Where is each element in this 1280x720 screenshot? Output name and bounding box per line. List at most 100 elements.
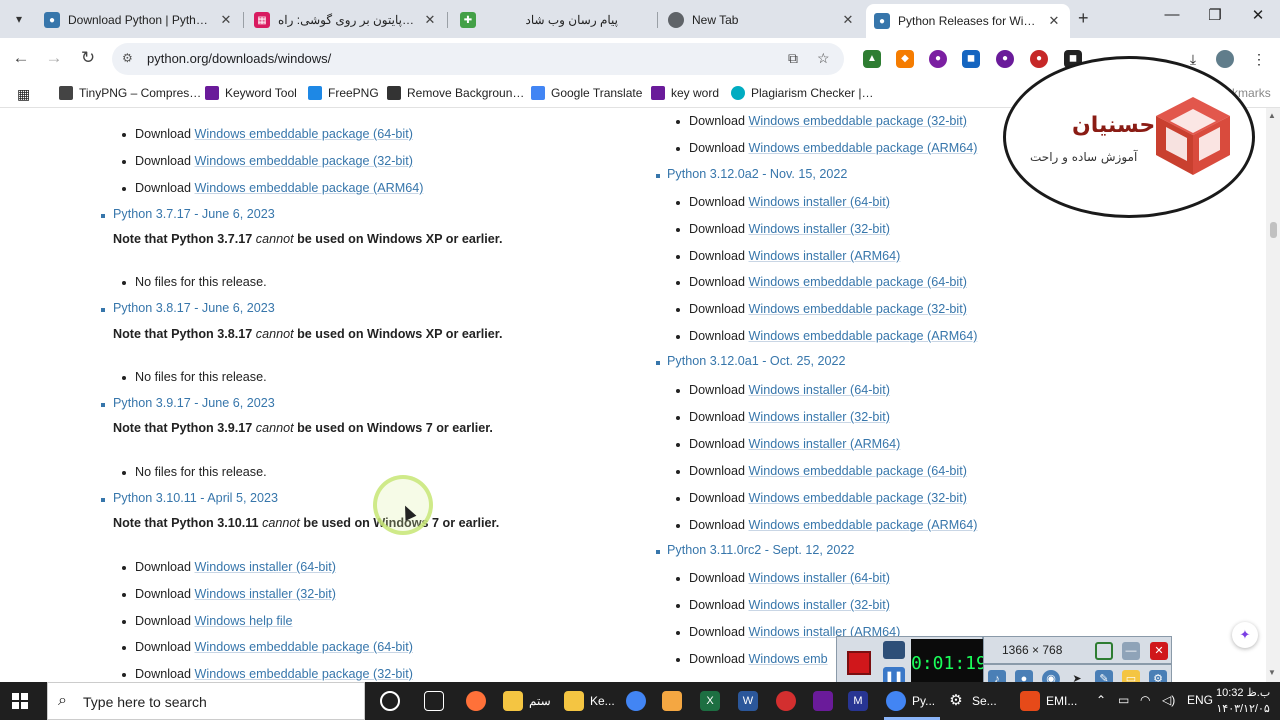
bookmark-remove-bg[interactable]: Remove Backgroun… bbox=[387, 86, 524, 100]
release-link[interactable]: Python 3.7.17 - June 6, 2023 bbox=[113, 207, 275, 221]
download-link[interactable]: Windows embeddable package (ARM64) bbox=[749, 329, 978, 343]
download-link[interactable]: Windows installer (64-bit) bbox=[195, 560, 336, 574]
avatar[interactable] bbox=[1216, 50, 1234, 68]
forward-button[interactable]: → bbox=[43, 48, 65, 68]
scroll-thumb[interactable] bbox=[1270, 222, 1277, 238]
release-link[interactable]: Python 3.12.0a1 - Oct. 25, 2022 bbox=[667, 354, 846, 368]
release-link[interactable]: Python 3.11.0rc2 - Sept. 12, 2022 bbox=[667, 543, 854, 557]
download-link[interactable]: Windows installer (32-bit) bbox=[749, 410, 890, 424]
site-info-icon[interactable]: ⚙ bbox=[122, 51, 133, 65]
copilot-icon[interactable]: ✦ bbox=[1232, 622, 1258, 648]
bookmark-plagiarism[interactable]: Plagiarism Checker |… bbox=[731, 86, 873, 100]
taskbar-excel[interactable]: X bbox=[700, 690, 726, 712]
close-icon[interactable]: ✕ bbox=[218, 12, 234, 28]
download-link[interactable]: Windows embeddable package (64-bit) bbox=[195, 127, 413, 141]
taskbar-word[interactable]: W bbox=[738, 690, 764, 712]
taskbar-video[interactable] bbox=[662, 690, 688, 712]
taskbar-folder[interactable]: Ke... bbox=[564, 690, 615, 712]
download-link[interactable]: Windows embeddable package (64-bit) bbox=[749, 275, 967, 289]
close-window-button[interactable]: ✕ bbox=[1238, 6, 1278, 24]
region-icon[interactable] bbox=[1095, 642, 1113, 660]
minimize-button[interactable]: — bbox=[1152, 6, 1192, 23]
extension-icon[interactable]: ● bbox=[996, 50, 1014, 68]
taskbar-chrome-python[interactable]: Py... bbox=[886, 690, 935, 712]
scroll-up-icon[interactable]: ▲ bbox=[1268, 111, 1276, 120]
download-link[interactable]: Windows embeddable package (ARM64) bbox=[749, 141, 978, 155]
tab-python-releases[interactable]: ● Python Releases for Windo ✕ bbox=[866, 4, 1070, 38]
system-clock[interactable]: ب.ظ 10:32 ۱۴۰۳/۱۲/۰۵ bbox=[1216, 685, 1270, 717]
bookmark-tinypng[interactable]: TinyPNG – Compres… bbox=[59, 86, 201, 100]
new-tab-button[interactable]: + bbox=[1078, 8, 1089, 29]
vertical-scrollbar[interactable]: ▲ ▼ bbox=[1266, 108, 1280, 682]
download-link[interactable]: Windows embeddable package (64-bit) bbox=[195, 640, 413, 654]
extension-icon[interactable]: ◆ bbox=[896, 50, 914, 68]
back-button[interactable]: ← bbox=[10, 48, 32, 68]
tab-python-phone[interactable]: ▦ نصب پایتون بر روی گوشی: راه ✕ bbox=[246, 6, 446, 34]
maximize-button[interactable]: ❐ bbox=[1195, 6, 1235, 24]
download-link[interactable]: Windows installer (64-bit) bbox=[749, 571, 890, 585]
volume-icon[interactable]: ◁) bbox=[1162, 693, 1175, 707]
stop-record-button[interactable] bbox=[847, 651, 871, 675]
extension-icon[interactable]: ▲ bbox=[863, 50, 881, 68]
download-link[interactable]: Windows embeddable package (32-bit) bbox=[749, 491, 967, 505]
more-menu-icon[interactable]: ⋮ bbox=[1250, 50, 1268, 68]
bookmark-google-translate[interactable]: Google Translate bbox=[531, 86, 642, 100]
taskbar-chrome[interactable] bbox=[626, 690, 652, 712]
download-link[interactable]: Windows installer (64-bit) bbox=[749, 195, 890, 209]
tab-shad[interactable]: پیام رسان وب شاد bbox=[500, 6, 656, 34]
download-link[interactable]: Windows help file bbox=[195, 614, 293, 628]
download-link[interactable]: Windows installer (ARM64) bbox=[749, 437, 901, 451]
tab-search-icon[interactable]: ▾ bbox=[8, 8, 30, 30]
bookmark-star-icon[interactable]: ☆ bbox=[817, 50, 830, 67]
close-icon[interactable]: ✕ bbox=[840, 12, 856, 28]
download-link[interactable]: Windows installer (ARM64) bbox=[749, 249, 901, 263]
taskbar-emi[interactable]: EMI... bbox=[1020, 690, 1077, 712]
extension-icon[interactable]: ◼ bbox=[962, 50, 980, 68]
close-icon[interactable]: ✕ bbox=[422, 12, 438, 28]
taskbar-folder[interactable]: ستم bbox=[503, 690, 551, 712]
tab-download-python[interactable]: ● Download Python | Python.o ✕ bbox=[36, 6, 242, 34]
download-link[interactable]: Windows emb bbox=[749, 652, 828, 666]
camera-icon[interactable] bbox=[883, 641, 905, 659]
download-link[interactable]: Windows installer (32-bit) bbox=[749, 222, 890, 236]
download-link[interactable]: Windows embeddable package (32-bit) bbox=[749, 302, 967, 316]
download-link[interactable]: Windows embeddable package (64-bit) bbox=[749, 464, 967, 478]
battery-icon[interactable]: ▭ bbox=[1118, 693, 1129, 707]
minimize-icon[interactable]: — bbox=[1122, 642, 1140, 660]
apps-icon[interactable]: ▦ bbox=[17, 86, 30, 103]
close-icon[interactable]: ✕ bbox=[1046, 13, 1062, 29]
release-link[interactable]: Python 3.12.0a2 - Nov. 15, 2022 bbox=[667, 167, 847, 181]
taskbar-task-view[interactable] bbox=[424, 690, 450, 712]
release-link[interactable]: Python 3.9.17 - June 6, 2023 bbox=[113, 396, 275, 410]
download-link[interactable]: Windows installer (32-bit) bbox=[749, 598, 890, 612]
taskbar-recorder[interactable] bbox=[776, 690, 802, 712]
scroll-down-icon[interactable]: ▼ bbox=[1268, 668, 1276, 677]
address-bar[interactable]: ⚙ python.org/downloads/windows/ ⧉ ☆ bbox=[112, 43, 844, 75]
translate-icon[interactable]: ⧉ bbox=[788, 50, 798, 67]
release-link[interactable]: Python 3.8.17 - June 6, 2023 bbox=[113, 301, 275, 315]
download-link[interactable]: Windows installer (64-bit) bbox=[749, 383, 890, 397]
language-indicator[interactable]: ENG bbox=[1187, 693, 1213, 707]
release-link[interactable]: Python 3.10.11 - April 5, 2023 bbox=[113, 491, 278, 505]
start-button[interactable] bbox=[12, 693, 28, 709]
taskbar-shield[interactable] bbox=[813, 690, 839, 712]
taskbar-cortana[interactable] bbox=[380, 690, 406, 712]
tab-game[interactable]: ✚ bbox=[452, 6, 490, 34]
wifi-icon[interactable]: ◠ bbox=[1140, 693, 1150, 707]
download-link[interactable]: Windows embeddable package (ARM64) bbox=[195, 181, 424, 195]
download-link[interactable]: Windows embeddable package (ARM64) bbox=[749, 518, 978, 532]
taskbar-search[interactable]: ⌕ Type here to search bbox=[47, 682, 365, 720]
extension-icon[interactable]: ● bbox=[1030, 50, 1048, 68]
download-link[interactable]: Windows installer (32-bit) bbox=[195, 587, 336, 601]
download-link[interactable]: Windows embeddable package (32-bit) bbox=[195, 154, 413, 168]
taskbar-settings[interactable]: ⚙ Se... bbox=[946, 690, 996, 712]
extension-icon[interactable]: ● bbox=[929, 50, 947, 68]
taskbar-firefox[interactable] bbox=[466, 690, 492, 712]
tab-new-tab[interactable]: New Tab ✕ bbox=[660, 6, 864, 34]
close-icon[interactable]: ✕ bbox=[1150, 642, 1168, 660]
bookmark-freepng[interactable]: FreePNG bbox=[308, 86, 379, 100]
reload-button[interactable]: ↻ bbox=[77, 48, 99, 68]
bookmark-keyword-tool[interactable]: Keyword Tool bbox=[205, 86, 297, 100]
download-link[interactable]: Windows embeddable package (32-bit) bbox=[195, 667, 413, 681]
taskbar-mail[interactable]: M bbox=[848, 690, 874, 712]
